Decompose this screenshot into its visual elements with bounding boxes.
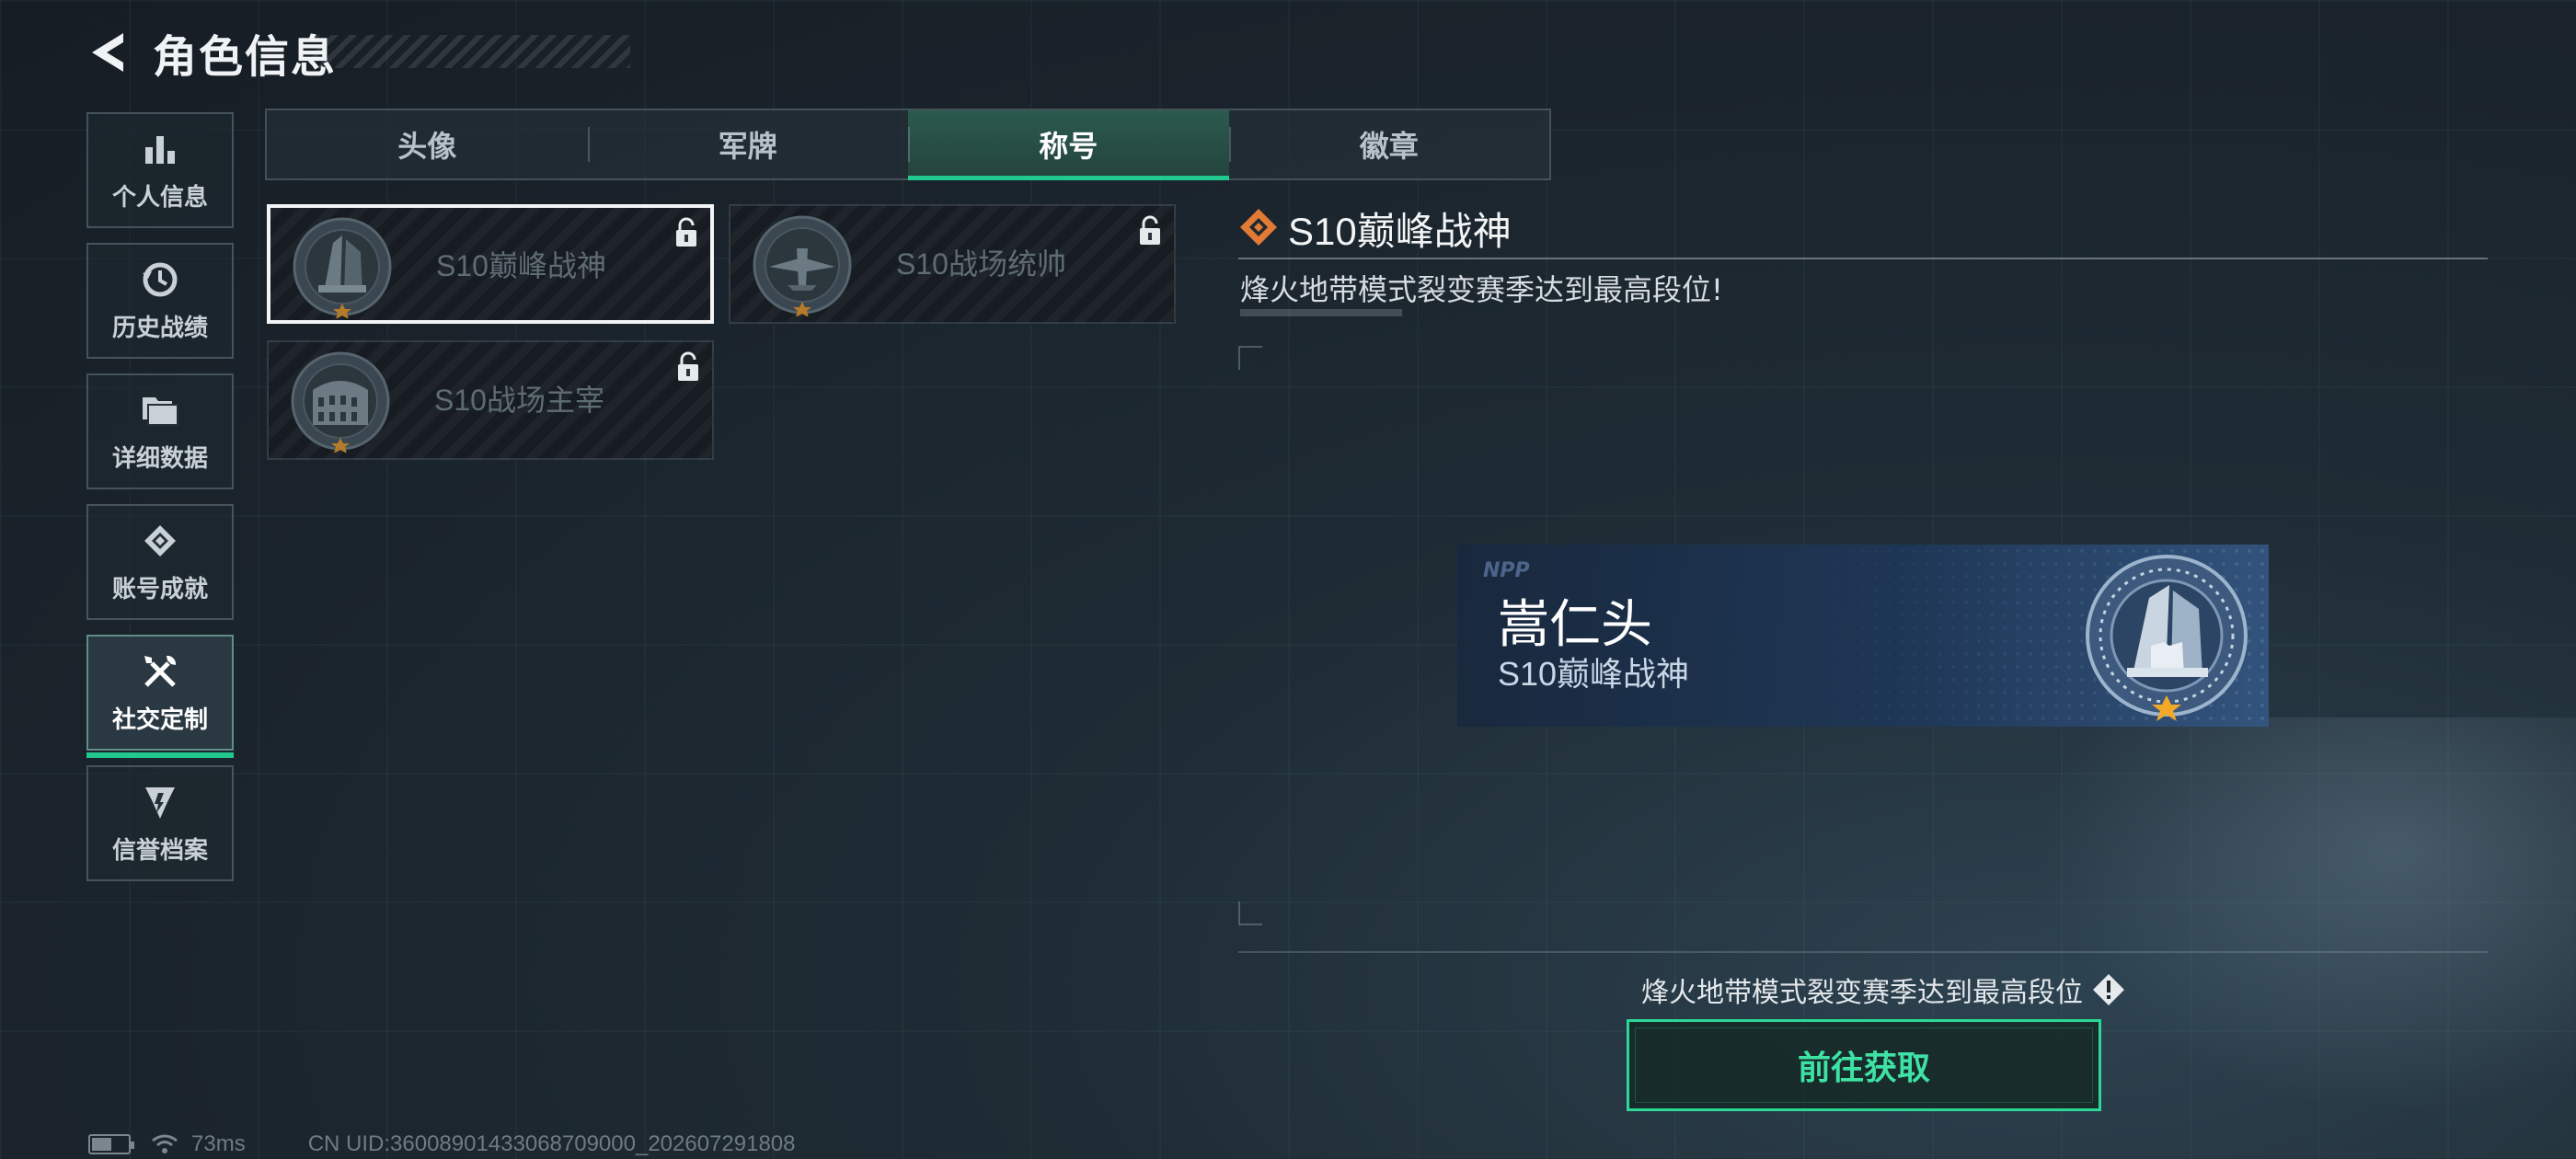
bar-chart-icon [140,129,180,169]
category-tabs: 头像 军牌 称号 徽章 [265,109,1551,180]
uid-text: CN UID:3600890143306870900​0_20260729180… [307,1131,796,1156]
detail-description: 烽火地带模式裂变赛季达到最高段位! [1240,272,1723,307]
tools-icon [140,651,180,692]
title-card-peak-god[interactable]: S10巅峰战神 [267,204,714,324]
requirement-row: 烽火地带模式裂变赛季达到最高段位 [1641,970,2125,1010]
battery-fill [92,1138,111,1151]
lock-icon [675,351,701,383]
sidebar-item-label: 历史战绩 [111,314,208,342]
history-clock-icon [140,259,180,300]
sidebar-item-history[interactable]: 历史战绩 [86,243,234,359]
colosseum-emblem-icon [289,350,392,453]
title-preview-banner: NPP 嵩仁头 S10巅峰战神 [1457,545,2269,727]
sidebar-item-social-custom[interactable]: 社交定制 [86,635,234,758]
folder-stack-icon [140,390,180,430]
aircraft-emblem-icon [751,213,854,317]
peak-tower-emblem-icon [2081,550,2252,721]
preview-watermark: NPP [1483,559,1530,582]
status-footer: 73ms CN UID:3600890143306870900​0_202607… [88,1131,796,1157]
page-title: 角色信息 [153,31,338,83]
wifi-icon [151,1133,178,1155]
tab-dog-tag[interactable]: 军牌 [587,110,909,178]
page-header: 角色信息 [83,20,630,85]
diamond-title-icon [1238,207,1279,251]
sidebar-item-label: 账号成就 [111,575,208,603]
battery-icon [88,1134,134,1154]
title-card-commander[interactable]: S10战场统帅 [729,204,1176,324]
go-obtain-button[interactable]: 前往获取 [1627,1019,2101,1111]
credit-shield-icon [140,782,180,822]
sidebar-item-label: 详细数据 [111,444,208,473]
preview-player-title: S10巅峰战神 [1498,655,1690,693]
detail-title: S10巅峰战神 [1288,210,1512,253]
tab-avatar[interactable]: 头像 [267,110,588,178]
title-card-dominator[interactable]: S10战场主宰 [267,340,714,460]
frame-corner [1238,901,1262,925]
title-card-name: S10战场统帅 [896,247,1066,281]
detail-sub-bar [1240,309,1402,316]
detail-divider [1238,258,2488,259]
sidebar-item-label: 社交定制 [111,706,208,734]
sidebar: 个人信息 历史战绩 详细数据 账号成就 社交定制 信誉档案 [86,112,234,896]
requirement-text: 烽火地带模式裂变赛季达到最高段位 [1641,977,2083,1009]
peak-tower-emblem-icon [291,215,394,319]
detail-header: S10巅峰战神 [1238,201,1512,257]
preview-player-name: 嵩仁头 [1498,595,1652,655]
back-chevron-icon[interactable] [83,28,132,77]
info-warning-icon[interactable] [2092,973,2125,1006]
sidebar-item-label: 个人信息 [111,183,208,212]
tab-badge[interactable]: 徽章 [1228,110,1550,178]
sidebar-item-detailed-data[interactable]: 详细数据 [86,373,234,489]
title-hatch-decoration [313,35,630,68]
sidebar-item-achievements[interactable]: 账号成就 [86,504,234,620]
achievement-badge-icon [140,521,180,561]
tab-title[interactable]: 称号 [908,110,1229,180]
lock-icon [673,217,699,248]
sidebar-item-credit-profile[interactable]: 信誉档案 [86,765,234,881]
title-card-name: S10战场主宰 [434,384,604,417]
preview-bottom-rule [1238,951,2488,953]
ping-text: 73ms [191,1131,246,1156]
frame-corner [1238,346,1262,370]
lock-icon [1137,215,1163,247]
sidebar-item-personal-info[interactable]: 个人信息 [86,112,234,228]
title-card-name: S10巅峰战神 [436,249,606,282]
sidebar-item-label: 信誉档案 [111,836,208,865]
